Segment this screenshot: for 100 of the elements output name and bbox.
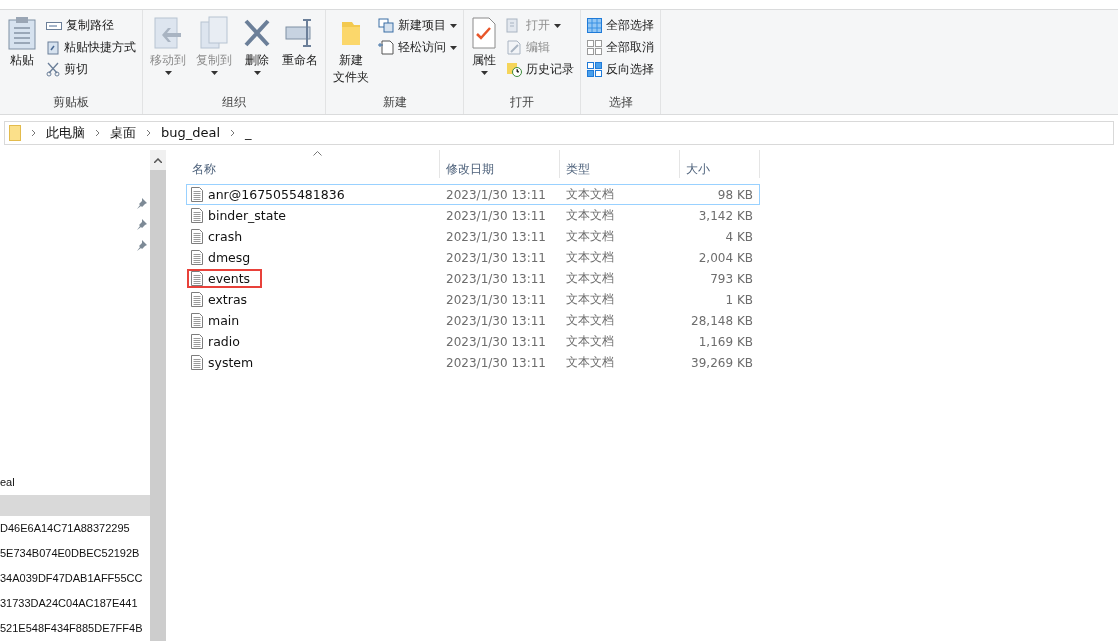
- invert-selection-icon: [587, 62, 602, 77]
- pin-icon: [136, 240, 147, 251]
- chevron-icon: [146, 128, 151, 137]
- document-icon: [378, 40, 394, 55]
- nav-item[interactable]: eal: [0, 469, 150, 495]
- text-file-icon: [191, 292, 203, 307]
- file-name: extras: [208, 292, 248, 307]
- nav-item[interactable]: [0, 494, 150, 516]
- file-row[interactable]: dmesg 2023/1/30 13:11 文本文档 2,004 KB: [186, 247, 760, 268]
- file-row[interactable]: system 2023/1/30 13:11 文本文档 39,269 KB: [186, 352, 760, 373]
- chevron-icon: [230, 128, 236, 137]
- date-cell-text: 2023/1/30 13:11: [445, 187, 547, 202]
- type-cell-text: 文本文档: [564, 354, 615, 371]
- date-cell-text: 2023/1/30 13:11: [445, 208, 547, 223]
- type-cell-text: 文本文档: [564, 333, 615, 350]
- file-row[interactable]: crash 2023/1/30 13:11 文本文档 4 KB: [186, 226, 760, 247]
- nav-item[interactable]: D46E6A14C71A88372295: [0, 516, 150, 541]
- file-row[interactable]: main 2023/1/30 13:11 文本文档 28,148 KB: [186, 310, 760, 331]
- nav-item[interactable]: 34A039DF47DAB1AFF55CC: [0, 566, 150, 591]
- breadcrumb-item[interactable]: bug_deal: [161, 125, 221, 140]
- ribbon-button[interactable]: 历史记录: [504, 60, 576, 79]
- caret-icon: [450, 23, 457, 28]
- text-file-icon: [191, 334, 203, 349]
- column-header[interactable]: 名称: [192, 162, 216, 176]
- size-cell-text: 39,269 KB: [690, 355, 754, 370]
- ribbon-button[interactable]: 复制路径: [44, 16, 138, 35]
- file-row[interactable]: radio 2023/1/30 13:11 文本文档 1,169 KB: [186, 331, 760, 352]
- chevron-icon: [95, 128, 100, 137]
- address-bar[interactable]: 此电脑 桌面 bug_deal _: [4, 120, 1114, 145]
- ribbon-button[interactable]: 反向选择: [585, 60, 656, 79]
- caret-icon: [253, 71, 261, 75]
- type-cell-text: 文本文档: [564, 291, 615, 308]
- chevron-icon: [31, 128, 36, 137]
- file-row[interactable]: extras 2023/1/30 13:11 文本文档 1 KB: [186, 289, 760, 310]
- scissors-icon: [46, 62, 60, 77]
- ribbon-button[interactable]: 剪切: [44, 60, 138, 79]
- ribbon-button[interactable]: 粘贴快捷方式: [44, 38, 138, 57]
- ribbon-button[interactable]: 轻松访问: [376, 38, 459, 57]
- size-cell-text: 98 KB: [716, 187, 754, 202]
- nav-item[interactable]: 521E548F434F885DE7FF4B: [0, 616, 150, 641]
- scrollbar[interactable]: [150, 150, 166, 641]
- group-label: 组织: [221, 94, 247, 111]
- file-row[interactable]: events 2023/1/30 13:11 文本文档 793 KB: [186, 268, 760, 289]
- date-cell-text: 2023/1/30 13:11: [445, 271, 547, 286]
- select-all-icon: [587, 18, 602, 33]
- size-cell-text: 28,148 KB: [690, 313, 754, 328]
- breadcrumb-item[interactable]: _: [245, 125, 252, 140]
- move-icon: [153, 16, 183, 50]
- ribbon-button[interactable]: 新建项目: [376, 16, 459, 35]
- type-cell-text: 文本文档: [564, 270, 615, 287]
- date-cell-text: 2023/1/30 13:11: [445, 355, 547, 370]
- breadcrumb-item[interactable]: 此电脑: [46, 123, 85, 142]
- ribbon-button[interactable]: 全部取消: [585, 38, 656, 57]
- text-file-icon: [191, 187, 203, 202]
- type-cell-text: 文本文档: [564, 228, 615, 245]
- ribbon-button[interactable]: 属性: [468, 14, 500, 92]
- nav-item[interactable]: 31733DA24C04AC187E441: [0, 591, 150, 616]
- file-row[interactable]: binder_state 2023/1/30 13:11 文本文档 3,142 KB: [186, 205, 760, 226]
- file-row[interactable]: anr@1675055481836 2023/1/30 13:11 文本文档 98 KB: [186, 184, 760, 205]
- date-cell-text: 2023/1/30 13:11: [445, 313, 547, 328]
- properties-icon: [471, 16, 497, 50]
- size-cell-text: 2,004 KB: [697, 250, 754, 265]
- text-file-icon: [191, 208, 203, 223]
- caret-icon: [554, 23, 561, 28]
- text-file-icon: [191, 355, 203, 370]
- text-file-icon: [191, 229, 203, 244]
- file-name: events: [208, 271, 251, 286]
- size-cell-text: 4 KB: [724, 229, 754, 244]
- size-cell-text: 3,142 KB: [697, 208, 754, 223]
- edit-icon: [506, 40, 522, 55]
- text-file-icon: [191, 313, 203, 328]
- history-icon: [506, 62, 522, 77]
- ribbon-button[interactable]: 重命名: [279, 14, 321, 92]
- column-header[interactable]: 大小: [686, 162, 710, 176]
- nav-item[interactable]: 5E734B074E0DBEC52192B: [0, 541, 150, 566]
- group-label: 选择: [607, 94, 634, 111]
- ribbon-button[interactable]: 粘贴: [4, 14, 40, 92]
- column-header[interactable]: 类型: [566, 162, 590, 176]
- column-header[interactable]: 修改日期: [446, 162, 494, 176]
- ribbon-button[interactable]: 全部选择: [585, 16, 656, 35]
- group-label: 新建: [381, 94, 408, 111]
- size-cell-text: 1,169 KB: [697, 334, 754, 349]
- path-icon: [46, 19, 62, 32]
- select-none-icon: [587, 40, 602, 55]
- size-cell-text: 793 KB: [709, 271, 754, 286]
- ribbon-button[interactable]: 删除: [239, 14, 275, 92]
- breadcrumb-item[interactable]: 桌面: [110, 123, 136, 142]
- ribbon-button[interactable]: 新建 文件夹: [330, 14, 372, 92]
- file-name: binder_state: [208, 208, 286, 223]
- file-name: anr@1675055481836: [208, 187, 345, 202]
- type-cell-text: 文本文档: [564, 312, 615, 329]
- group-label: 打开: [509, 94, 535, 111]
- file-name: main: [208, 313, 240, 328]
- caret-icon: [480, 71, 488, 75]
- shortcut-icon: [46, 40, 60, 55]
- text-file-icon: [191, 271, 203, 286]
- size-cell-text: 1 KB: [724, 292, 754, 307]
- caret-icon: [164, 71, 172, 75]
- date-cell-text: 2023/1/30 13:11: [445, 292, 547, 307]
- file-name: system: [208, 355, 254, 370]
